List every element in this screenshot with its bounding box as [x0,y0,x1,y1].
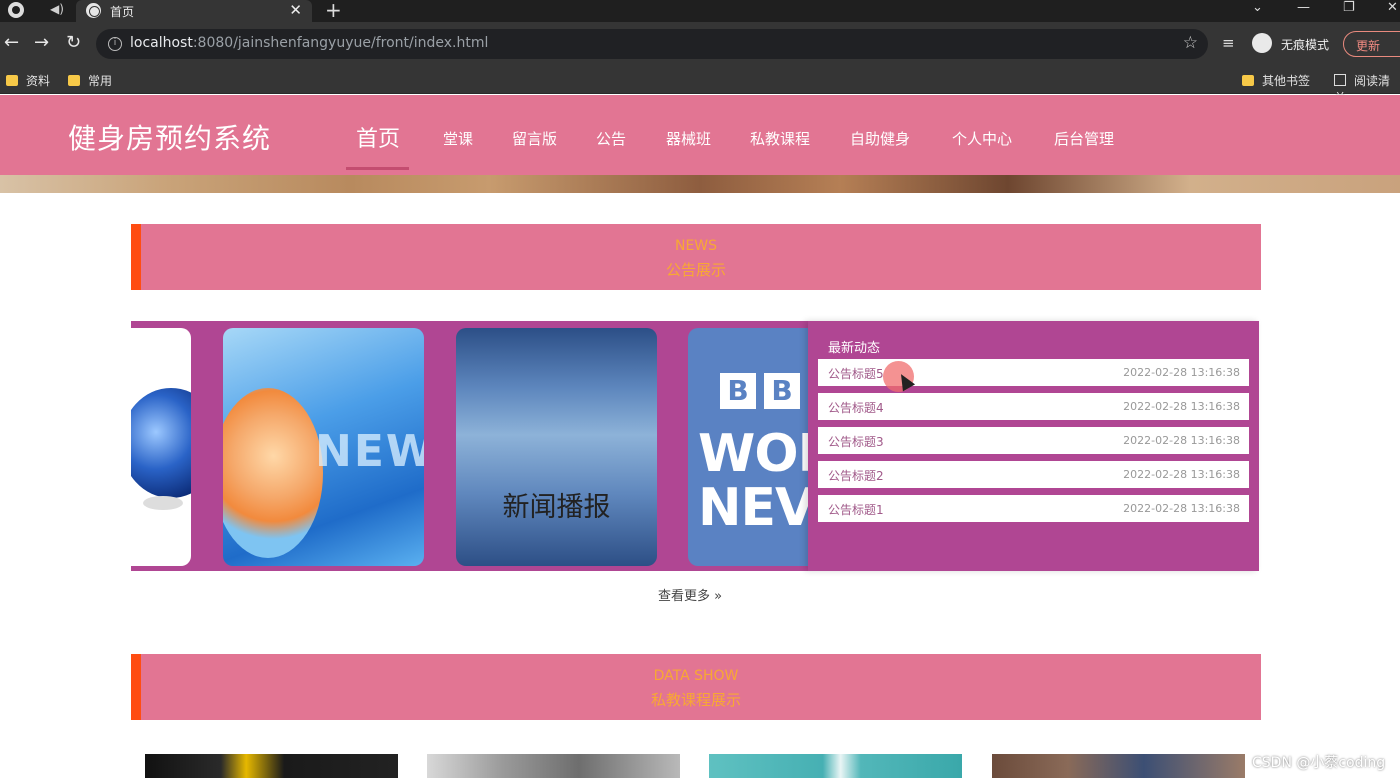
reading-queue-icon[interactable]: ≡ [1222,34,1235,52]
course-card[interactable] [992,754,1245,778]
news-item-title: 公告标题4 [828,401,884,415]
bookmark-label: 常用 [88,74,113,88]
news-item-title: 公告标题3 [828,435,884,449]
restore-button[interactable]: ❐ [1343,0,1355,15]
nav-user-center[interactable]: 个人中心 [952,128,1012,149]
carousel-card[interactable]: NEW [223,328,424,566]
carousel-card[interactable]: 新闻播报 [456,328,657,566]
globe-icon [86,3,101,18]
data-section-title-en: DATA SHOW [653,668,739,684]
folder-icon [68,75,80,86]
folder-icon [1242,75,1254,86]
data-section-header: DATA SHOW 私教课程展示 [131,654,1271,730]
back-icon[interactable]: ← [4,33,19,53]
news-list-item[interactable]: 公告标题2 2022-02-28 13:16:38 [818,461,1249,488]
browser-tabbar: ◀) 首页 ✕ + ⌄ — ❐ ✕ [0,0,1400,22]
hero-banner [0,175,1400,193]
close-window-button[interactable]: ✕ [1387,0,1398,15]
tab-title: 首页 [110,5,135,19]
url-host: localhost [130,35,193,51]
course-card[interactable] [427,754,680,778]
news-section-title-cn: 公告展示 [665,261,726,279]
news-globe-image [223,388,323,558]
nav-active-underline [346,167,409,170]
incognito-label: 无痕模式 [1281,38,1330,52]
section-accent-bar [131,654,141,720]
news-item-title: 公告标题1 [828,503,884,517]
nav-admin[interactable]: 后台管理 [1054,128,1114,149]
incognito-icon[interactable] [1252,33,1272,53]
news-item-date: 2022-02-28 13:16:38 [1123,468,1240,481]
news-item-date: 2022-02-28 13:16:38 [1123,400,1240,413]
news-globe-image [131,388,191,498]
data-section-title-cn: 私教课程展示 [650,691,741,709]
folder-icon [6,75,18,86]
nav-self-service[interactable]: 自助健身 [850,128,910,149]
latest-news-list: 最新动态 公告标题5 2022-02-28 13:16:38 公告标题4 202… [808,321,1259,571]
news-item-title: 公告标题5 [828,367,884,381]
forward-icon[interactable]: → [34,33,49,53]
latest-news-title: 最新动态 [828,341,881,356]
news-list-item[interactable]: 公告标题4 2022-02-28 13:16:38 [818,393,1249,420]
bookmark-folder-ziliao[interactable]: 资料 [6,72,50,89]
close-tab-icon[interactable]: ✕ [289,1,302,19]
double-chevron-right-icon: » [714,589,723,604]
news-item-date: 2022-02-28 13:16:38 [1123,434,1240,447]
news-panel: NEW 新闻播报 B B WOR NEV 最新动态 公告标题5 2022-02-… [131,321,1259,571]
reading-list-icon [1334,74,1346,86]
news-section-header: NEWS 公告展示 [131,224,1271,300]
nav-announcements[interactable]: 公告 [596,128,626,149]
image-shadow [143,496,183,510]
other-bookmarks[interactable]: 其他书签 [1242,72,1310,89]
section-accent-bar [131,224,141,290]
browser-tab[interactable]: 首页 ✕ [76,0,312,22]
bookmark-label: 资料 [26,74,51,88]
url-input[interactable]: i localhost:8080/jainshenfangyuyue/front… [96,29,1208,59]
news-list-item[interactable]: 公告标题1 2022-02-28 13:16:38 [818,495,1249,522]
nav-home[interactable]: 首页 [356,121,400,153]
course-card[interactable] [145,754,398,778]
bookmark-folder-changyong[interactable]: 常用 [68,72,112,89]
nav-classes[interactable]: 堂课 [443,128,473,149]
nav-private-courses[interactable]: 私教课程 [750,128,810,149]
address-bar: ← → ↻ i localhost:8080/jainshenfangyuyue… [0,22,1400,66]
bbc-world-text: WOR [698,424,808,484]
bbc-news-text: NEV [698,478,808,538]
nav-equipment-class[interactable]: 器械班 [666,128,711,149]
view-more-link[interactable]: 查看更多 » [658,585,722,604]
browser-menu-icon[interactable] [8,2,24,18]
news-list-item[interactable]: 公告标题3 2022-02-28 13:16:38 [818,427,1249,454]
news-image-word: NEW [315,426,424,477]
course-card[interactable] [709,754,962,778]
news-item-date: 2022-02-28 13:16:38 [1123,502,1240,515]
new-tab-button[interactable]: + [325,0,342,22]
reload-icon[interactable]: ↻ [66,33,81,53]
tab-search-icon[interactable]: ⌄ [1252,0,1263,15]
news-item-date: 2022-02-28 13:16:38 [1123,366,1240,379]
carousel-card[interactable] [131,328,191,566]
carousel-card[interactable]: B B WOR NEV [688,328,808,566]
update-button[interactable]: 更新 [1343,31,1400,57]
news-broadcast-text: 新闻播报 [502,492,611,523]
bookmarks-bar: 资料 常用 其他书签 阅读清单 [0,66,1400,105]
audio-icon[interactable]: ◀) [50,2,64,16]
other-bookmarks-label: 其他书签 [1262,74,1311,88]
news-section-title-en: NEWS [674,238,718,254]
nav-message-board[interactable]: 留言版 [512,128,557,149]
news-carousel[interactable]: NEW 新闻播报 B B WOR NEV [131,321,808,571]
news-item-title: 公告标题2 [828,469,884,483]
url-path: :8080/jainshenfangyuyue/front/index.html [192,35,489,51]
site-info-icon[interactable]: i [108,37,122,51]
bbc-logo-letter: B [720,373,756,409]
bbc-logo-letter: B [764,373,800,409]
minimize-button[interactable]: — [1297,0,1310,15]
site-header: 健身房预约系统 首页 堂课 留言版 公告 器械班 私教课程 自助健身 个人中心 … [0,95,1400,177]
bookmark-star-icon[interactable]: ☆ [1183,33,1198,53]
view-more-label: 查看更多 [658,589,711,604]
watermark: CSDN @小蔡coding [1252,755,1386,771]
site-brand[interactable]: 健身房预约系统 [68,117,271,157]
